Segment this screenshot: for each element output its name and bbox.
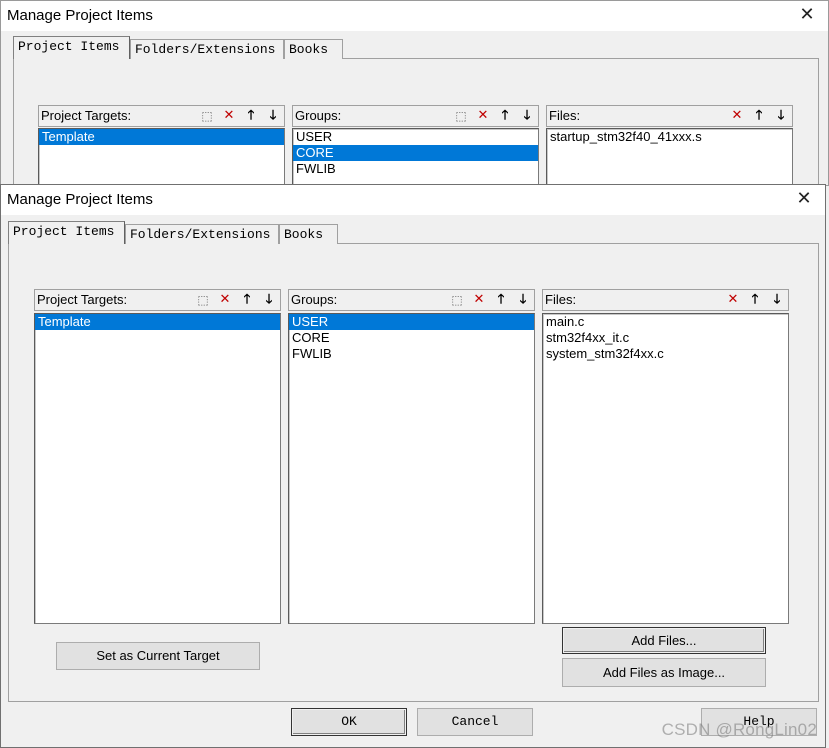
tab-project-items[interactable]: Project Items (8, 221, 125, 244)
arrow-down-icon[interactable]: 🡓 (767, 291, 787, 309)
back-targets-list[interactable]: Template (38, 128, 285, 185)
delete-icon[interactable]: ✕ (469, 291, 489, 309)
arrow-up-icon[interactable]: 🡑 (749, 107, 769, 125)
arrow-up-icon[interactable]: 🡑 (491, 291, 511, 309)
tab-books[interactable]: Books (284, 39, 343, 59)
set-current-target-button[interactable]: Set as Current Target (56, 642, 260, 670)
delete-icon[interactable]: ✕ (219, 107, 239, 125)
back-files-header: Files: ✕ 🡑 🡓 (546, 105, 793, 127)
arrow-down-icon[interactable]: 🡓 (513, 291, 533, 309)
list-item[interactable]: FWLIB (293, 161, 538, 177)
ok-button[interactable]: OK (291, 708, 407, 736)
close-icon[interactable]: ✕ (796, 4, 818, 26)
arrow-up-icon[interactable]: 🡑 (241, 107, 261, 125)
back-groups-list[interactable]: USER CORE FWLIB (292, 128, 539, 185)
cancel-button[interactable]: Cancel (417, 708, 533, 736)
delete-icon[interactable]: ✕ (727, 107, 747, 125)
tab-project-items[interactable]: Project Items (13, 36, 130, 59)
new-item-icon[interactable]: ⬚ (447, 291, 467, 309)
targets-header: Project Targets: ⬚ ✕ 🡑 🡓 (34, 289, 281, 311)
groups-header: Groups: ⬚ ✕ 🡑 🡓 (288, 289, 535, 311)
targets-label: Project Targets: (37, 292, 128, 307)
back-tabs: Project Items Folders/Extensions Books (13, 36, 413, 61)
tab-books[interactable]: Books (279, 224, 338, 244)
front-tabs: Project Items Folders/Extensions Books (8, 221, 408, 246)
arrow-down-icon[interactable]: 🡓 (771, 107, 791, 125)
groups-label: Groups: (291, 292, 338, 307)
list-item[interactable]: Template (39, 129, 284, 145)
back-groups-header: Groups: ⬚ ✕ 🡑 🡓 (292, 105, 539, 127)
arrow-up-icon[interactable]: 🡑 (745, 291, 765, 309)
list-item[interactable]: startup_stm32f40_41xxx.s (547, 129, 792, 145)
list-item[interactable]: CORE (289, 330, 534, 346)
arrow-down-icon[interactable]: 🡓 (259, 291, 279, 309)
arrow-down-icon[interactable]: 🡓 (263, 107, 283, 125)
add-files-button[interactable]: Add Files... (562, 627, 766, 654)
list-item[interactable]: Template (35, 314, 280, 330)
arrow-down-icon[interactable]: 🡓 (517, 107, 537, 125)
back-targets-header: Project Targets: ⬚ ✕ 🡑 🡓 (38, 105, 285, 127)
front-dialog-window: Manage Project Items ✕ Project Items Fol… (0, 184, 826, 748)
files-header: Files: ✕ 🡑 🡓 (542, 289, 789, 311)
files-list[interactable]: main.c stm32f4xx_it.c system_stm32f4xx.c (542, 313, 789, 624)
groups-list[interactable]: USER CORE FWLIB (288, 313, 535, 624)
list-item[interactable]: FWLIB (289, 346, 534, 362)
back-targets-label: Project Targets: (41, 108, 132, 123)
targets-list[interactable]: Template (34, 313, 281, 624)
back-files-label: Files: (549, 108, 581, 123)
close-icon[interactable]: ✕ (793, 188, 815, 210)
front-title-bar: Manage Project Items ✕ (1, 185, 825, 215)
back-groups-label: Groups: (295, 108, 342, 123)
files-label: Files: (545, 292, 577, 307)
watermark-text: CSDN @RongLin02 (661, 720, 817, 739)
list-item[interactable]: CORE (293, 145, 538, 161)
delete-icon[interactable]: ✕ (723, 291, 743, 309)
new-item-icon[interactable]: ⬚ (451, 107, 471, 125)
new-item-icon[interactable]: ⬚ (197, 107, 217, 125)
add-files-as-image-button[interactable]: Add Files as Image... (562, 658, 766, 687)
list-item[interactable]: USER (289, 314, 534, 330)
new-item-icon[interactable]: ⬚ (193, 291, 213, 309)
back-files-list[interactable]: startup_stm32f40_41xxx.s (546, 128, 793, 185)
arrow-up-icon[interactable]: 🡑 (495, 107, 515, 125)
list-item[interactable]: main.c (543, 314, 788, 330)
delete-icon[interactable]: ✕ (215, 291, 235, 309)
list-item[interactable]: USER (293, 129, 538, 145)
back-title-bar: Manage Project Items ✕ (1, 1, 828, 31)
tab-folders-extensions[interactable]: Folders/Extensions (125, 224, 279, 244)
delete-icon[interactable]: ✕ (473, 107, 493, 125)
list-item[interactable]: stm32f4xx_it.c (543, 330, 788, 346)
arrow-up-icon[interactable]: 🡑 (237, 291, 257, 309)
front-dialog-title: Manage Project Items (7, 191, 153, 208)
back-dialog-window: Manage Project Items ✕ Project Items Fol… (0, 0, 829, 186)
list-item[interactable]: system_stm32f4xx.c (543, 346, 788, 362)
back-dialog-title: Manage Project Items (7, 7, 153, 24)
tab-folders-extensions[interactable]: Folders/Extensions (130, 39, 284, 59)
